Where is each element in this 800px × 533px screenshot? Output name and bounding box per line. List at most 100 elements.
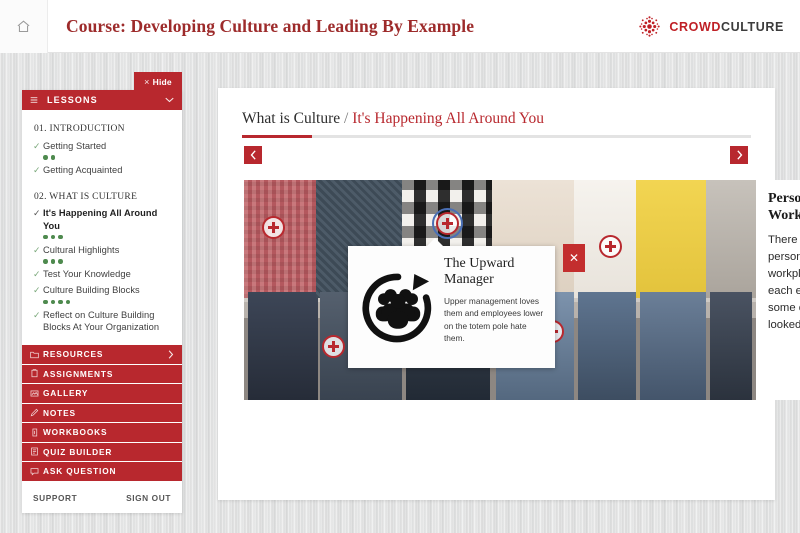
previous-slide-button[interactable] (244, 146, 262, 164)
folder-icon (30, 350, 43, 359)
progress-dot (43, 155, 48, 160)
lesson-item-cultural-highlights[interactable]: ✓ Cultural Highlights (22, 242, 182, 258)
list-icon (30, 447, 43, 456)
chevron-right-icon[interactable] (168, 350, 174, 359)
sign-out-link[interactable]: SIGN OUT (126, 493, 171, 503)
sidebar-item-label: WORKBOOKS (43, 427, 108, 438)
progress-dot (50, 155, 55, 160)
top-bar: Course: Developing Culture and Leading B… (0, 0, 800, 53)
progress-dot (58, 234, 63, 239)
lesson-item-reflect-on-culture-building-blocks[interactable]: ✓ Reflect on Culture Building Blocks At … (22, 307, 182, 335)
progress-dots-culture-building-blocks (22, 299, 182, 308)
lesson-item-its-happening-all-around-you[interactable]: ✓ It's Happening All Around You (22, 206, 182, 234)
support-link[interactable]: SUPPORT (33, 493, 77, 503)
lesson-list: 01. INTRODUCTION ✓ Getting Started ✓ Get… (22, 110, 182, 341)
clipboard-icon (30, 369, 43, 378)
lesson-label: Test Your Knowledge (43, 269, 131, 279)
close-icon: × (144, 76, 150, 87)
sidebar-item-resources[interactable]: RESOURCES (22, 345, 182, 365)
brand-wordmark: CROWDCULTURE (669, 20, 784, 34)
hotspot-2[interactable] (432, 208, 463, 239)
sidebar-item-label: GALLERY (43, 388, 89, 399)
hotspot-popup: The Upward Manager Upper management love… (348, 238, 585, 368)
sidebar-item-gallery[interactable]: GALLERY (22, 384, 182, 404)
lessons-header[interactable]: LESSONS (22, 90, 182, 110)
people-group-icon (356, 256, 440, 360)
home-button[interactable] (0, 0, 48, 53)
progress-dots-getting-started (22, 154, 182, 163)
lesson-item-culture-building-blocks[interactable]: ✓ Culture Building Blocks (22, 283, 182, 299)
sidebar-item-workbooks[interactable]: WORKBOOKS (22, 423, 182, 443)
brand-logo: CROWDCULTURE (637, 14, 784, 39)
info-panel-title: Personality in the Workplace (768, 191, 800, 223)
sidebar-item-label: NOTES (43, 407, 76, 418)
check-icon: ✓ (33, 244, 41, 255)
sidebar-item-notes[interactable]: NOTES (22, 403, 182, 423)
breadcrumb-current: It's Happening All Around You (352, 110, 545, 127)
sidebar-item-label: ASK QUESTION (43, 466, 117, 477)
section-label-01: 01. INTRODUCTION (34, 124, 125, 134)
check-icon: ✓ (33, 140, 41, 151)
hotspot-4[interactable] (322, 335, 345, 358)
breadcrumb-separator: / (344, 110, 349, 127)
check-icon: ✓ (33, 269, 41, 279)
progress-dot (50, 234, 55, 239)
lessons-label: LESSONS (47, 95, 98, 105)
popup-content: The Upward Manager Upper management love… (440, 256, 547, 360)
lesson-label: It's Happening All Around You (43, 208, 158, 231)
popup-body-text: Upper management loves them and employee… (444, 296, 544, 344)
lesson-item-getting-started[interactable]: ✓ Getting Started (22, 138, 182, 154)
progress-dot (58, 299, 63, 304)
progress-dots-cultural-highlights (22, 258, 182, 267)
popup-close-button[interactable]: ✕ (563, 244, 585, 272)
chevron-down-icon[interactable] (165, 97, 174, 103)
breadcrumb-parent[interactable]: What is Culture (242, 110, 340, 127)
next-slide-button[interactable] (730, 146, 748, 164)
check-icon: ✓ (33, 208, 41, 218)
brand-crowd: CROWD (669, 19, 721, 34)
progress-dot (50, 259, 55, 264)
sidebar: × Hide LESSONS 01. INTRODUCTION ✓ Gettin… (22, 72, 182, 513)
person-figure (574, 180, 640, 400)
check-icon: ✓ (33, 285, 41, 295)
person-figure (706, 180, 756, 400)
popup-title: The Upward Manager (444, 256, 515, 287)
chat-icon (30, 467, 43, 476)
hide-sidebar-button[interactable]: × Hide (134, 72, 182, 91)
breadcrumb: What is Culture / It's Happening All Aro… (218, 88, 775, 128)
lesson-label: Cultural Highlights (43, 244, 120, 255)
progress-dot (43, 259, 48, 264)
progress-dot (43, 234, 48, 239)
progress-dots-its-happening (22, 234, 182, 243)
menu-bars-icon (30, 96, 38, 104)
sidebar-item-label: QUIZ BUILDER (43, 446, 113, 457)
interactive-image-stage[interactable]: The Upward Manager Upper management love… (244, 180, 756, 400)
sidebar-item-label: RESOURCES (43, 349, 104, 360)
lesson-label: Reflect on Culture Building Blocks At Yo… (43, 309, 160, 333)
crowdculture-starburst-icon (637, 14, 662, 39)
lesson-item-getting-acquainted[interactable]: ✓ Getting Acquainted (22, 163, 182, 179)
lesson-item-test-your-knowledge[interactable]: ✓ Test Your Knowledge (22, 267, 182, 283)
hotspot-1[interactable] (262, 216, 285, 239)
lesson-label: Getting Acquainted (43, 165, 123, 175)
sidebar-item-assignments[interactable]: ASSIGNMENTS (22, 364, 182, 384)
section-label-02: 02. WHAT IS CULTURE (34, 191, 138, 202)
lesson-label: Culture Building Blocks (43, 285, 140, 295)
person-figure (636, 180, 710, 400)
sidebar-menu: RESOURCES ASSIGNMENTS GALLERY NOTES WORK… (22, 345, 182, 482)
sidebar-item-ask-question[interactable]: ASK QUESTION (22, 462, 182, 482)
book-icon (30, 428, 43, 437)
sidebar-item-label: ASSIGNMENTS (43, 368, 114, 379)
sidebar-footer: SUPPORT SIGN OUT (22, 482, 182, 513)
progress-dot (65, 299, 70, 304)
hotspot-3[interactable] (599, 235, 622, 258)
hide-label: Hide (152, 76, 172, 87)
content-card: What is Culture / It's Happening All Aro… (218, 88, 800, 500)
page-title: Course: Developing Culture and Leading B… (66, 15, 475, 36)
progress-dot (43, 299, 48, 304)
person-figure (244, 180, 322, 400)
image-icon (30, 389, 43, 398)
info-panel-body: There are many types of personalities in… (768, 234, 800, 331)
sidebar-item-quiz-builder[interactable]: QUIZ BUILDER (22, 442, 182, 462)
info-panel: Personality in the Workplace There are m… (756, 180, 800, 400)
